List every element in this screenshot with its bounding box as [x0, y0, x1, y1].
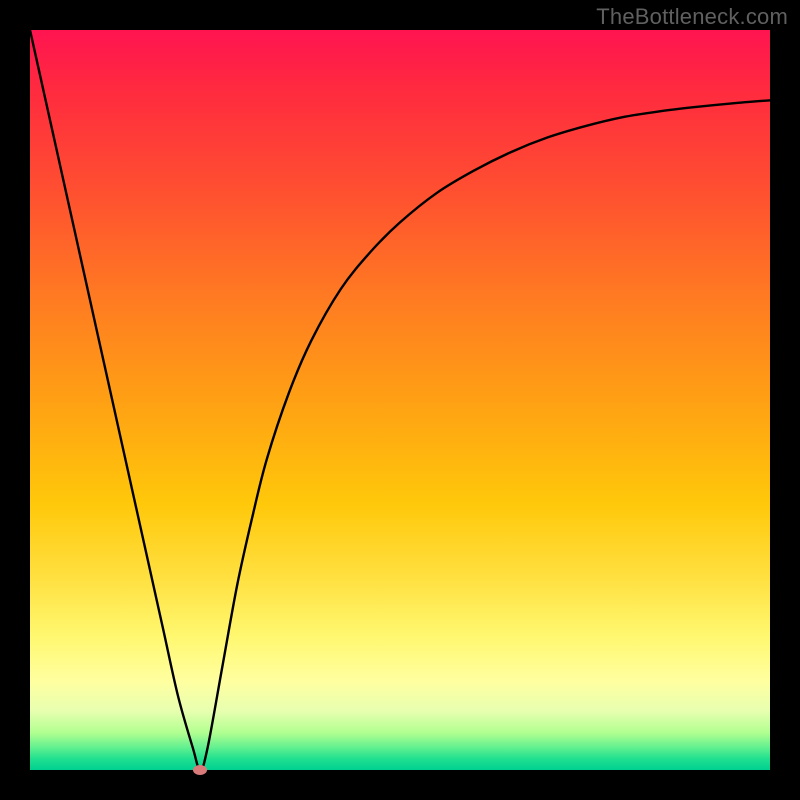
chart-frame: [30, 30, 770, 770]
chart-curve: [30, 30, 770, 770]
watermark-text: TheBottleneck.com: [596, 4, 788, 30]
bottleneck-curve-path: [30, 30, 770, 770]
optimal-point-marker: [193, 765, 207, 775]
